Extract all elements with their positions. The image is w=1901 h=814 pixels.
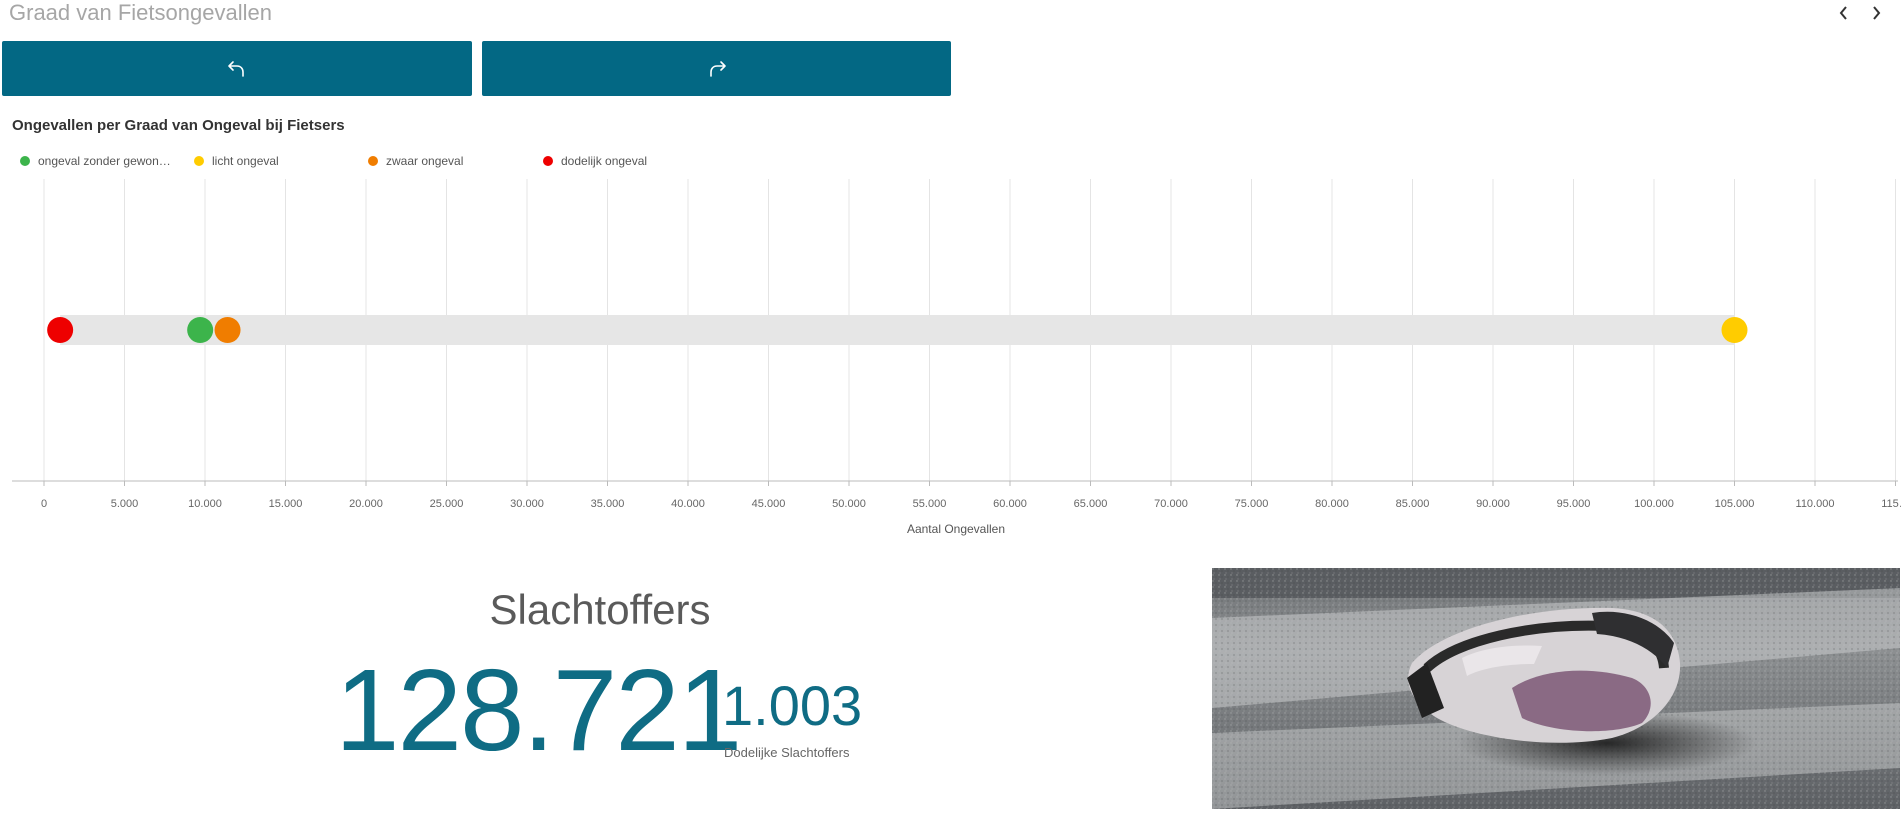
- legend-dot: [194, 156, 204, 166]
- data-point[interactable]: [187, 317, 214, 343]
- x-tick-label: 95.000: [1557, 498, 1591, 510]
- x-tick-label: 35.000: [591, 498, 625, 510]
- kpi-total-victims: 128.721: [335, 645, 742, 775]
- legend-label: zwaar ongeval: [386, 154, 464, 168]
- chevron-left-icon: [1839, 6, 1847, 20]
- x-tick-label: 115…: [1881, 498, 1901, 510]
- redo-button[interactable]: [482, 41, 951, 96]
- legend-label: dodelijk ongeval: [561, 154, 648, 168]
- data-point[interactable]: [47, 317, 74, 343]
- x-tick-label: 70.000: [1154, 498, 1188, 510]
- helmet-on-road-image: [1212, 568, 1900, 809]
- x-tick-label: 25.000: [430, 498, 464, 510]
- x-tick-label: 20.000: [349, 498, 383, 510]
- x-tick-label: 60.000: [993, 498, 1027, 510]
- x-tick-label: 110.000: [1796, 498, 1835, 510]
- x-tick-label: 105.000: [1715, 498, 1755, 510]
- x-tick-label: 10.000: [188, 498, 222, 510]
- chevron-right-icon: [1873, 6, 1881, 20]
- legend-item-dodelijk[interactable]: dodelijk ongeval: [543, 154, 647, 168]
- page-title: Graad van Fietsongevallen: [9, 0, 272, 25]
- x-tick-label: 40.000: [671, 498, 705, 510]
- dot-plot-chart[interactable]: 0 5.000 10.000 15.000 20.000 25.000 30.000 35.0…: [0, 175, 1901, 545]
- x-tick-label: 5.000: [111, 498, 139, 510]
- legend-label: licht ongeval: [212, 154, 279, 168]
- next-sheet-button[interactable]: [1867, 2, 1885, 24]
- legend-item-zonder-gewonden[interactable]: ongeval zonder gewon…: [20, 154, 171, 168]
- undo-arrow-icon: [228, 60, 244, 77]
- legend-dot: [368, 156, 378, 166]
- x-tick-label: 0: [41, 498, 47, 510]
- chart-legend: ongeval zonder gewon… licht ongeval zwaa…: [0, 154, 1000, 172]
- x-tick-label: 55.000: [913, 498, 947, 510]
- x-tick-label: 45.000: [752, 498, 786, 510]
- data-point[interactable]: [214, 317, 241, 343]
- legend-item-licht[interactable]: licht ongeval: [194, 154, 279, 168]
- bicycle-helmet-photo: [1212, 568, 1900, 809]
- legend-label: ongeval zonder gewon…: [38, 154, 171, 168]
- x-tick-label: 80.000: [1315, 498, 1349, 510]
- data-point[interactable]: [1721, 317, 1748, 343]
- kpi-title: Slachtoffers: [489, 586, 711, 633]
- x-tick-label: 15.000: [269, 498, 303, 510]
- sheet-navigation: [1835, 2, 1885, 24]
- legend-dot: [20, 156, 30, 166]
- x-tick-label: 100.000: [1634, 498, 1674, 510]
- x-tick-label: 50.000: [832, 498, 866, 510]
- x-tick-label: 85.000: [1396, 498, 1430, 510]
- redo-arrow-icon: [709, 60, 726, 77]
- x-tick-label: 90.000: [1476, 498, 1510, 510]
- legend-dot: [543, 156, 553, 166]
- x-tick-label: 65.000: [1074, 498, 1108, 510]
- previous-sheet-button[interactable]: [1835, 2, 1853, 24]
- chart-title: Ongevallen per Graad van Ongeval bij Fie…: [12, 117, 345, 134]
- x-tick-label: 30.000: [510, 498, 544, 510]
- kpi-fatal-victims: 1.003: [722, 674, 863, 737]
- kpi-fatal-victims-label: Dodelijke Slachtoffers: [724, 745, 850, 760]
- x-tick-label: 75.000: [1235, 498, 1269, 510]
- undo-button[interactable]: [2, 41, 472, 96]
- range-bar: [60, 315, 1735, 345]
- x-axis-title: Aantal Ongevallen: [907, 522, 1005, 536]
- legend-item-zwaar[interactable]: zwaar ongeval: [368, 154, 463, 168]
